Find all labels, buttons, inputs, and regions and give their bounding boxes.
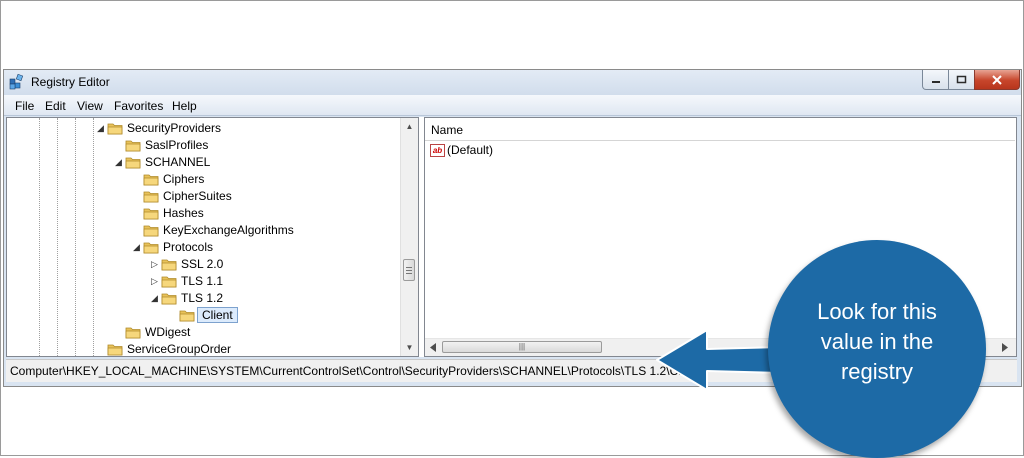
tree-node[interactable]: WDigest [115,324,415,341]
tree-node[interactable]: ▷ SSL 2.0 [151,256,418,273]
grip-line [406,270,412,271]
menu-edit[interactable]: Edit [45,99,66,113]
tree-node[interactable]: Client [169,307,418,324]
maximize-icon [956,75,967,84]
maximize-button[interactable] [948,70,975,90]
callout-line: value in the [820,329,934,354]
tree-node[interactable]: CipherSuites [133,188,418,205]
menu-view[interactable]: View [77,99,103,113]
folder-icon [107,123,123,135]
collapse-arrow-icon[interactable]: ◢ [133,243,140,252]
tree-node[interactable]: KeyExchangeAlgorithms [133,222,418,239]
collapse-arrow-icon[interactable]: ◢ [97,124,104,133]
scroll-down-icon[interactable]: ▼ [401,339,418,356]
tree-node-label: WDigest [145,325,191,339]
folder-icon [125,157,141,169]
tree-node-label: Hashes [163,206,204,220]
tree-node[interactable]: ServiceGroupOrder [97,341,397,356]
menu-bar: File Edit View Favorites Help [4,95,1021,116]
registry-path: Computer\HKEY_LOCAL_MACHINE\SYSTEM\Curre… [10,364,701,378]
tree-node[interactable]: Hashes [133,205,418,222]
registry-editor-icon [9,74,24,90]
menu-favorites[interactable]: Favorites [114,99,163,113]
tree-node[interactable]: ◢ TLS 1.2 [151,290,418,307]
tree-node-label: TLS 1.1 [181,274,224,288]
tree-node-label: KeyExchangeAlgorithms [163,223,294,237]
expand-arrow-icon[interactable]: ▷ [151,260,158,269]
folder-icon [125,327,141,339]
expand-arrow-icon[interactable]: ▷ [151,277,158,286]
folder-icon [161,259,177,271]
tree-node[interactable]: ◢ SecurityProviders [97,120,397,137]
menu-help[interactable]: Help [172,99,197,113]
close-icon [992,74,1002,85]
folder-icon [143,174,159,186]
callout-line: registry [840,359,914,384]
tree-vertical-scrollbar[interactable]: ▲ ▼ [400,118,418,356]
tree-node-label: CipherSuites [163,189,232,203]
folder-icon [125,140,141,152]
folder-icon [143,208,159,220]
tree-node[interactable]: ◢ SCHANNEL [115,154,415,171]
tree-guide-line [75,118,76,356]
folder-icon [143,191,159,203]
scroll-right-icon[interactable] [1001,343,1009,352]
minimize-button[interactable] [922,70,949,90]
folder-icon [161,293,177,305]
callout-arrow [656,329,784,391]
tree-node-label: SecurityProviders [127,121,222,135]
collapse-arrow-icon[interactable]: ◢ [115,158,122,167]
close-button[interactable] [974,70,1020,90]
grip-line [406,267,412,268]
tree-node-label: SaslProfiles [145,138,209,152]
tree-node-label: ServiceGroupOrder [127,342,232,356]
horizontal-scroll-thumb[interactable]: ||| [442,341,602,353]
value-name: (Default) [447,143,494,157]
scroll-up-icon[interactable]: ▲ [401,118,418,135]
collapse-arrow-icon[interactable]: ◢ [151,294,158,303]
grip-line [406,273,412,274]
tree-node-label: Protocols [163,240,214,254]
tree-guide-line [39,118,40,356]
tree-node-label: Client [197,307,238,323]
tree-node[interactable]: ◢ Protocols [133,239,418,256]
tree-node[interactable]: SaslProfiles [115,137,415,154]
callout-line: Look for this [817,299,937,324]
tree-node-label: TLS 1.2 [181,291,224,305]
folder-icon [107,344,123,356]
folder-icon [179,310,195,322]
tree-node-label: SCHANNEL [145,155,211,169]
header-divider [425,140,1015,141]
column-header-name[interactable]: Name [431,123,463,137]
tree-node-label: SSL 2.0 [181,257,224,271]
tree-guide-line [93,118,94,356]
minimize-icon [931,80,940,83]
window-title: Registry Editor [31,75,110,89]
callout-text: Look for this value in the registry [768,297,986,387]
title-bar: Registry Editor [4,70,1021,95]
tree-node[interactable]: ▷ TLS 1.1 [151,273,418,290]
folder-icon [143,242,159,254]
string-value-icon: ab [430,144,445,157]
tree-node-label: Ciphers [163,172,205,186]
folder-icon [143,225,159,237]
folder-icon [161,276,177,288]
key-tree-pane[interactable]: ◢ SecurityProviders SaslProfiles ◢ SCHANNEL C… [6,117,419,357]
scroll-thumb[interactable] [403,259,415,281]
scroll-left-icon[interactable] [429,343,437,352]
tree-guide-line [57,118,58,356]
menu-file[interactable]: File [15,99,34,113]
tree-node[interactable]: Ciphers [133,171,418,188]
